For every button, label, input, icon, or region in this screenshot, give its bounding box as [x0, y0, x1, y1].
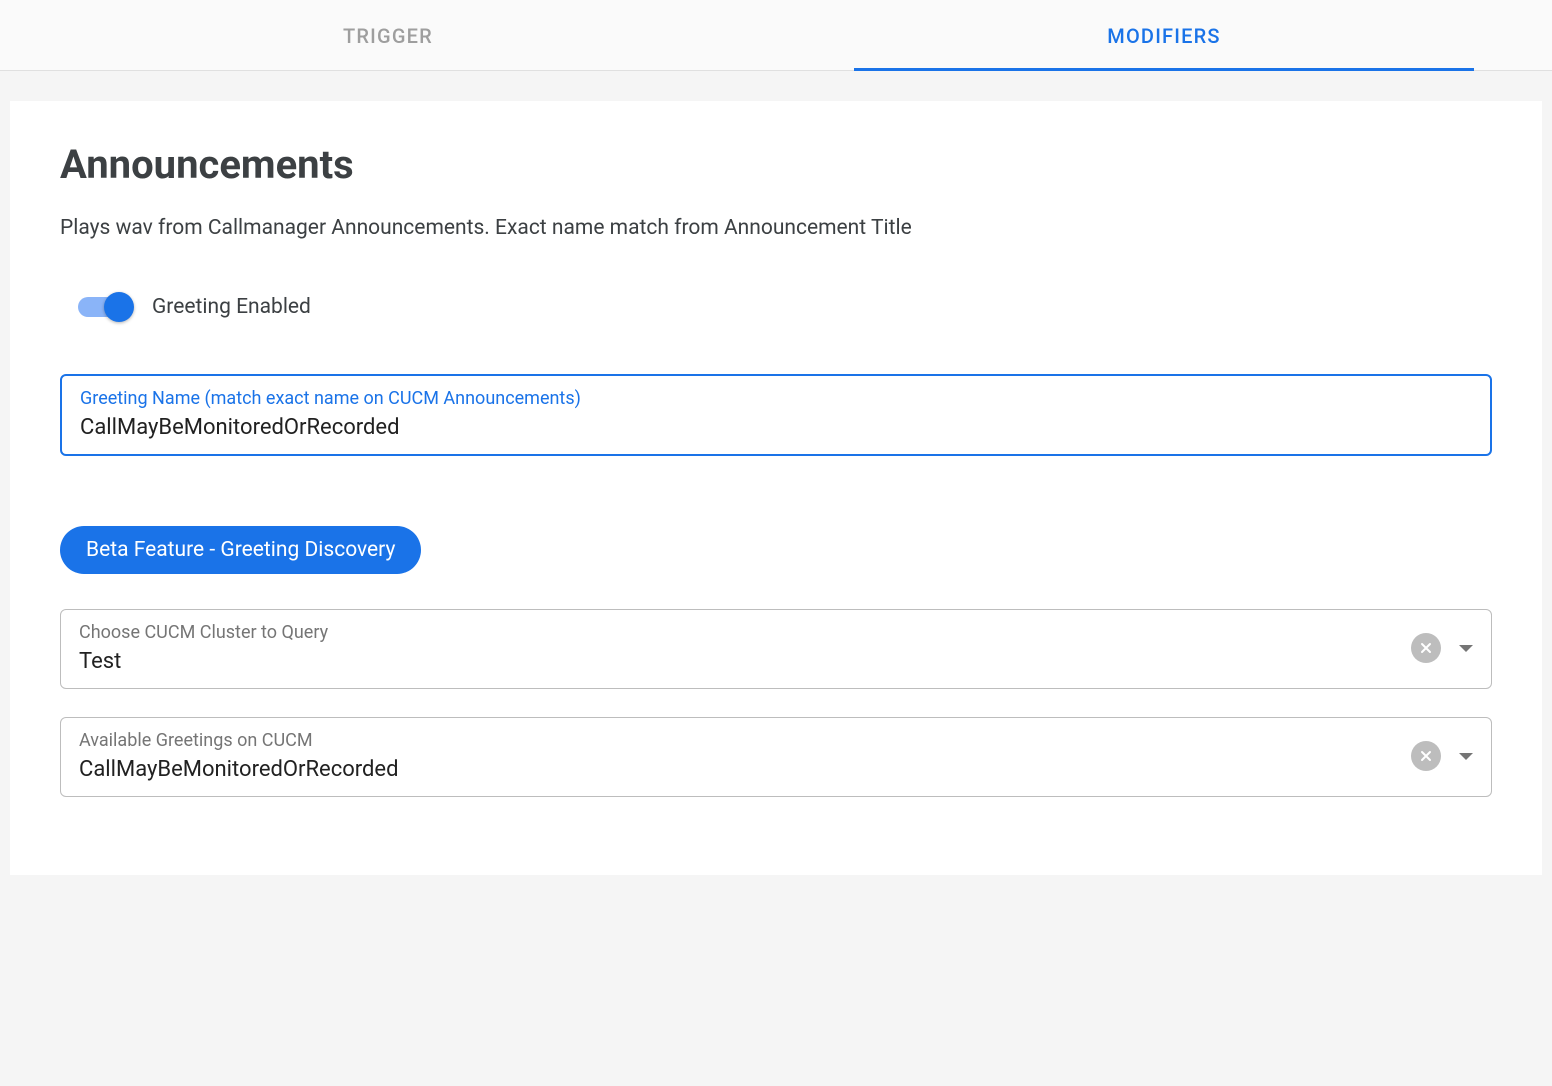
greeting-enabled-row: Greeting Enabled: [78, 295, 1492, 319]
available-greetings-value: CallMayBeMonitoredOrRecorded: [79, 757, 1411, 782]
tab-bar: TRIGGER MODIFIERS: [0, 0, 1552, 71]
chevron-down-icon[interactable]: [1459, 753, 1473, 760]
clear-icon[interactable]: [1411, 741, 1441, 771]
greeting-enabled-toggle[interactable]: [78, 297, 130, 317]
cucm-cluster-label: Choose CUCM Cluster to Query: [79, 622, 1411, 643]
announcements-panel: Announcements Plays wav from Callmanager…: [10, 101, 1542, 875]
page-description: Plays wav from Callmanager Announcements…: [60, 216, 1492, 240]
page-title: Announcements: [60, 141, 1492, 188]
select-text: Available Greetings on CUCM CallMayBeMon…: [79, 730, 1411, 782]
greeting-enabled-label: Greeting Enabled: [152, 295, 311, 319]
cucm-cluster-select[interactable]: Choose CUCM Cluster to Query Test: [60, 609, 1492, 689]
chevron-down-icon[interactable]: [1459, 645, 1473, 652]
cucm-cluster-value: Test: [79, 649, 1411, 674]
tab-modifiers[interactable]: MODIFIERS: [776, 0, 1552, 70]
tab-trigger[interactable]: TRIGGER: [0, 0, 776, 70]
beta-feature-chip: Beta Feature - Greeting Discovery: [60, 526, 421, 574]
greeting-name-input[interactable]: [80, 415, 1472, 440]
toggle-thumb: [104, 292, 134, 322]
select-text: Choose CUCM Cluster to Query Test: [79, 622, 1411, 674]
available-greetings-label: Available Greetings on CUCM: [79, 730, 1411, 751]
greeting-name-label: Greeting Name (match exact name on CUCM …: [80, 388, 1472, 409]
greeting-name-field[interactable]: Greeting Name (match exact name on CUCM …: [60, 374, 1492, 456]
clear-icon[interactable]: [1411, 633, 1441, 663]
available-greetings-select[interactable]: Available Greetings on CUCM CallMayBeMon…: [60, 717, 1492, 797]
